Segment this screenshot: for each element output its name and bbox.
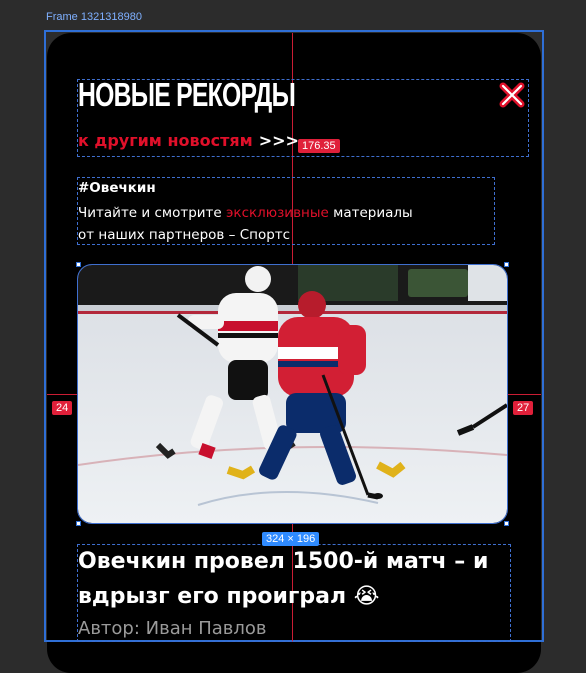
frame-label: Frame 1321318980 xyxy=(46,11,143,23)
right-spacing-guide xyxy=(506,394,541,395)
left-spacing-guide xyxy=(47,394,78,395)
resize-handle-tr[interactable] xyxy=(504,262,509,267)
desc-highlight: эксклюзивные xyxy=(226,205,329,221)
resize-handle-br[interactable] xyxy=(504,521,509,526)
article-photo xyxy=(77,264,508,524)
resize-handle-tl[interactable] xyxy=(76,262,81,267)
back-link-label: к другим новостям xyxy=(78,131,253,150)
article-tag[interactable]: #Овечкин xyxy=(78,180,156,196)
hockey-photo-image xyxy=(78,265,507,523)
resize-handle-bl[interactable] xyxy=(76,521,81,526)
close-icon xyxy=(499,82,525,108)
desc-text-after: материалы xyxy=(328,205,413,221)
desc-text: Читайте и смотрите xyxy=(78,205,226,221)
desc-line-2: от наших партнеров – Спортс xyxy=(78,227,291,243)
image-size-badge: 324 × 196 xyxy=(262,532,320,546)
back-to-news-link[interactable]: к другим новостям >>> xyxy=(78,131,299,150)
partner-description: Читайте и смотрите эксклюзивные материал… xyxy=(78,202,413,246)
back-link-arrows: >>> xyxy=(258,131,299,150)
article-headline: Овечкин провел 1500-й матч – и вдрызг ег… xyxy=(78,549,489,609)
article-author: Автор: Иван Павлов xyxy=(78,618,267,639)
top-gap-badge: 176.35 xyxy=(298,139,340,153)
left-gap-badge: 24 xyxy=(52,401,73,415)
page-title: НОВЫЕ РЕКОРДЫ xyxy=(78,76,296,113)
right-gap-badge: 27 xyxy=(513,401,534,415)
close-button[interactable] xyxy=(498,81,526,109)
